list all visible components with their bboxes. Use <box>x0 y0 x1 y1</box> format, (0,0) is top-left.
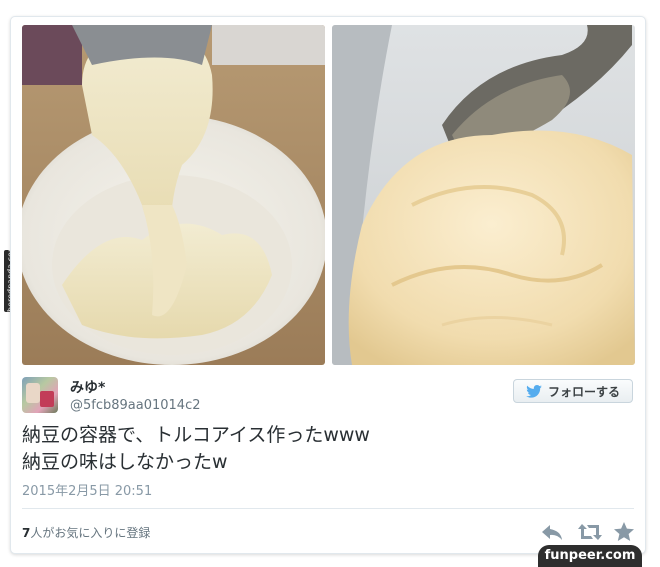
avatar[interactable] <box>22 377 58 413</box>
reply-icon[interactable] <box>540 520 564 544</box>
tweet-photo-1[interactable] <box>22 25 325 365</box>
retweet-icon[interactable] <box>577 520 602 544</box>
display-name[interactable]: みゆ* <box>70 377 105 397</box>
tweet-actions <box>540 520 636 544</box>
favorite-star-icon[interactable] <box>612 520 636 544</box>
twitter-bird-icon <box>526 384 542 398</box>
follow-button-label: フォローする <box>547 384 620 399</box>
tweet-photo-2[interactable] <box>332 25 635 365</box>
site-watermark: funpeer.com <box>538 545 642 567</box>
tweet-timestamp[interactable]: 2015年2月5日 20:51 <box>22 480 152 499</box>
favorites-summary[interactable]: 7人がお気に入りに登録 <box>22 524 150 541</box>
user-handle[interactable]: @5fcb89aa01014c2 <box>70 398 201 413</box>
divider <box>22 508 634 509</box>
tweet-text: 納豆の容器で、トルコアイス作ったwww 納豆の味はしなかったw <box>22 424 370 473</box>
favorites-label: 人がお気に入りに登録 <box>30 526 151 540</box>
follow-button[interactable]: フォローする <box>513 379 633 403</box>
